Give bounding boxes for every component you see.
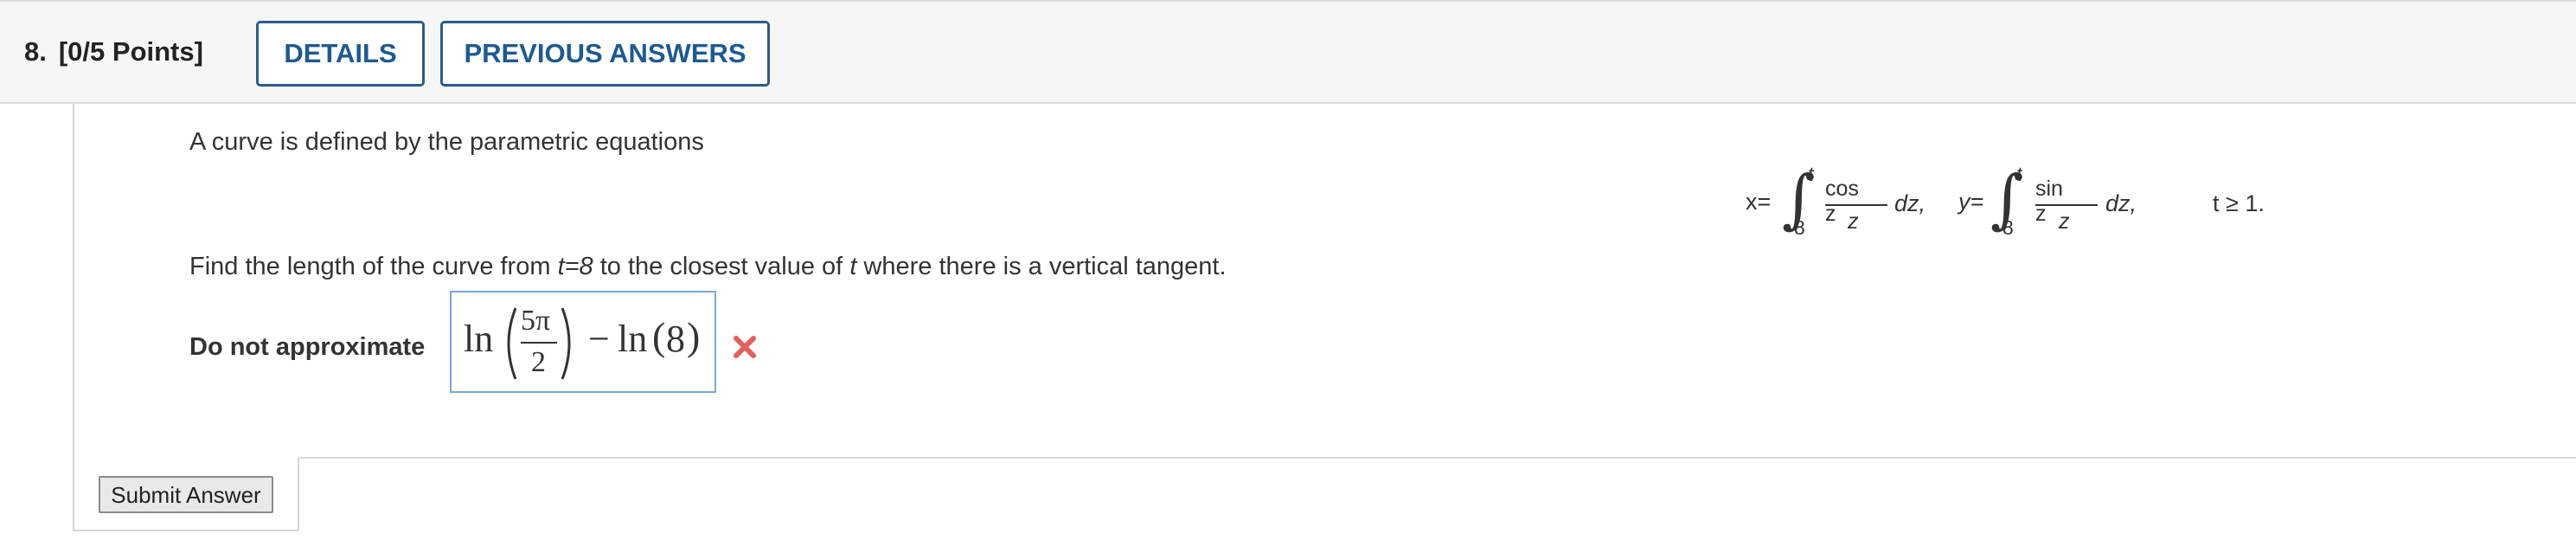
right-paren-icon: [561, 307, 571, 380]
ln-argument: 8: [666, 318, 685, 360]
minus-sign: −: [588, 318, 610, 360]
right-paren-icon: ): [687, 314, 701, 358]
previous-answers-button[interactable]: PREVIOUS ANSWERS: [440, 21, 770, 87]
domain-condition: t ≥ 1.: [2213, 190, 2265, 216]
question-number: 8. [0/5 Points]: [24, 36, 203, 68]
prompt-start-value: t=8: [557, 253, 593, 280]
fraction-denominator: 2: [531, 346, 546, 378]
y-lower-limit: 8: [2002, 216, 2014, 239]
prompt-text: where there is a vertical tangent.: [856, 253, 1227, 280]
submit-answer-button[interactable]: Submit Answer: [99, 476, 273, 513]
x-fraction-denominator: z: [1848, 209, 1859, 234]
y-label: y=: [1958, 189, 1984, 215]
y-upper-limit: t: [2016, 163, 2022, 185]
details-button[interactable]: DETAILS: [256, 21, 425, 87]
answer-instruction: Do not approximate: [189, 333, 426, 361]
fraction-bar: [521, 342, 557, 344]
x-fraction-bar: [1825, 204, 1887, 206]
y-differential: dz,: [2105, 190, 2137, 216]
question-header: 8. [0/5 Points] DETAILS PREVIOUS ANSWERS: [0, 0, 2576, 104]
x-lower-limit: 8: [1794, 216, 1805, 239]
x-label: x=: [1746, 189, 1772, 215]
fraction-numerator: 5π: [521, 305, 551, 337]
y-fraction-denominator: z: [2059, 209, 2070, 234]
incorrect-x-icon: [732, 334, 758, 360]
question-points: [0/5 Points]: [58, 36, 203, 67]
prompt-text: to the closest value of: [593, 253, 850, 280]
left-paren-icon: [507, 307, 517, 380]
prompt-text: Find the length of the curve from: [189, 253, 558, 280]
y-fraction-bar: [2035, 204, 2098, 206]
left-paren-icon: (: [652, 314, 666, 358]
divider: [73, 530, 298, 531]
question-body: [73, 104, 2576, 531]
question-prompt: Find the length of the curve from t=8 to…: [189, 253, 1227, 281]
divider: [298, 457, 2576, 459]
x-upper-limit: t: [1808, 163, 1814, 185]
x-differential: dz,: [1894, 190, 1926, 216]
answer-input[interactable]: ln 5π 2 − ln ( 8 ): [450, 291, 716, 393]
question-number-label: 8.: [24, 36, 47, 67]
divider: [298, 457, 299, 531]
ln-function: ln: [618, 318, 648, 360]
question-intro: A curve is defined by the parametric equ…: [189, 128, 704, 156]
ln-function: ln: [464, 318, 494, 360]
